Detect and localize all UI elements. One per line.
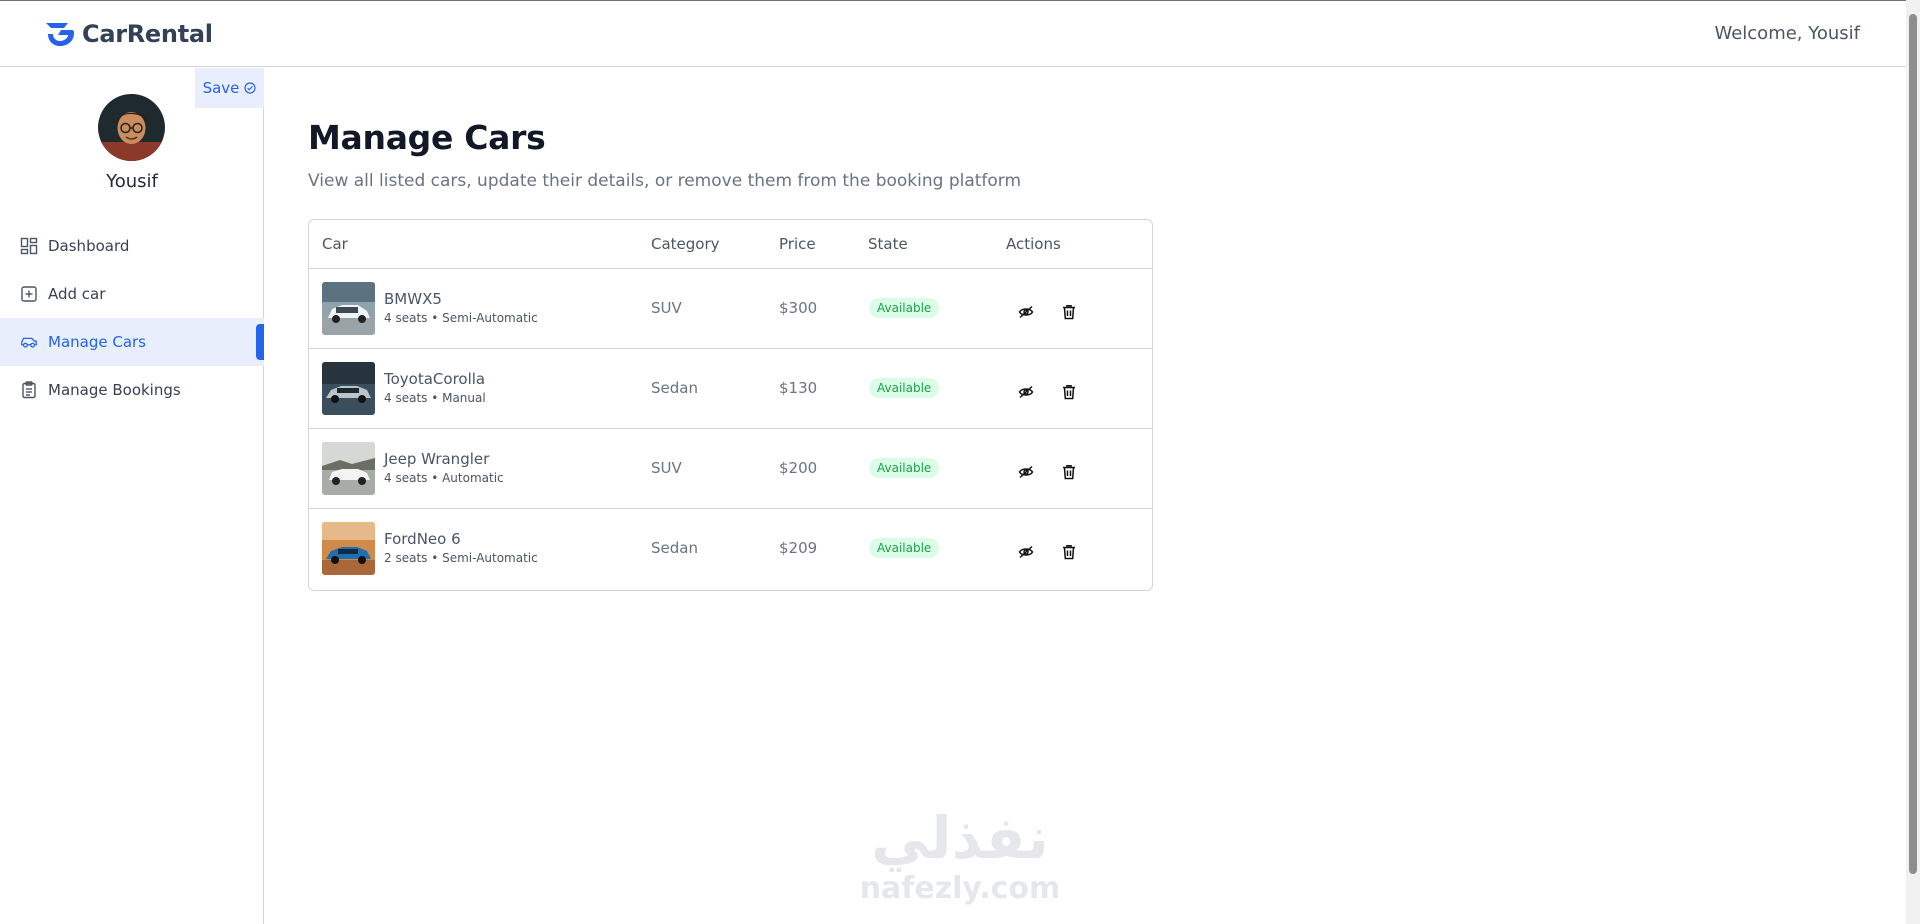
header-price: Price — [779, 235, 816, 253]
sidebar-nav: Dashboard Add car Manage Cars Manage Boo… — [0, 222, 264, 414]
sidebar-item-label: Dashboard — [48, 237, 130, 255]
car-name: Jeep Wrangler — [384, 450, 490, 468]
car-name: BMWX5 — [384, 290, 442, 308]
hide-car-button[interactable] — [1015, 301, 1037, 323]
status-badge: Available — [869, 298, 940, 318]
table-row: ToyotaCorolla 4 seats • Manual Sedan $13… — [309, 349, 1152, 429]
add-square-icon — [20, 285, 38, 303]
avatar[interactable] — [98, 94, 165, 161]
check-circle-icon — [244, 82, 257, 94]
delete-car-button[interactable] — [1058, 541, 1080, 563]
header-car: Car — [322, 235, 348, 253]
hide-car-button[interactable] — [1015, 541, 1037, 563]
car-name: ToyotaCorolla — [384, 370, 486, 388]
car-price: $200 — [779, 459, 818, 477]
hide-car-button[interactable] — [1015, 461, 1037, 483]
car-price: $209 — [779, 539, 818, 557]
status-badge: Available — [869, 458, 940, 478]
car-image — [322, 522, 375, 575]
eye-off-icon — [1018, 385, 1034, 399]
main-header: Manage Cars View all listed cars, update… — [308, 118, 1021, 191]
page-scrollbar[interactable] — [1906, 0, 1920, 924]
brand-logo[interactable]: CarRental — [44, 20, 213, 48]
avatar-image — [98, 94, 165, 161]
clipboard-icon — [20, 381, 38, 399]
header-state: State — [868, 235, 908, 253]
sidebar-item-dashboard[interactable]: Dashboard — [0, 222, 264, 270]
car-name: FordNeo 6 — [384, 530, 461, 548]
table-row: Jeep Wrangler 4 seats • Automatic SUV $2… — [309, 429, 1152, 509]
welcome-text: Welcome, Yousif — [1714, 23, 1860, 44]
eye-off-icon — [1018, 465, 1034, 479]
header-category: Category — [651, 235, 720, 253]
delete-car-button[interactable] — [1058, 301, 1080, 323]
sidebar-item-add-car[interactable]: Add car — [0, 270, 264, 318]
hide-car-button[interactable] — [1015, 381, 1037, 403]
car-category: SUV — [651, 459, 682, 477]
scrollbar-thumb[interactable] — [1909, 14, 1917, 874]
car-icon — [20, 333, 38, 351]
page-title: Manage Cars — [308, 118, 546, 157]
trash-icon — [1063, 305, 1075, 320]
status-badge: Available — [869, 538, 940, 558]
sidebar: Save Yousif Dashboard Add car Manage Car… — [0, 68, 264, 924]
cars-table: Car Category Price State Actions BMWX5 4… — [308, 219, 1153, 591]
delete-car-button[interactable] — [1058, 461, 1080, 483]
car-image — [322, 442, 375, 495]
watermark: نفذلي nafezly.com — [840, 805, 1080, 906]
delete-car-button[interactable] — [1058, 381, 1080, 403]
trash-icon — [1063, 545, 1075, 560]
dashboard-icon — [20, 237, 38, 255]
sidebar-item-manage-bookings[interactable]: Manage Bookings — [0, 366, 264, 414]
car-meta: 4 seats • Semi-Automatic — [384, 311, 538, 325]
car-category: Sedan — [651, 539, 698, 557]
brand-name: CarRental — [82, 20, 213, 48]
eye-off-icon — [1018, 545, 1034, 559]
trash-icon — [1063, 385, 1075, 400]
car-price: $300 — [779, 299, 818, 317]
header-actions: Actions — [1006, 235, 1061, 253]
car-meta: 4 seats • Automatic — [384, 471, 504, 485]
top-bar: CarRental Welcome, Yousif — [0, 0, 1906, 67]
car-image — [322, 362, 375, 415]
save-button-label: Save — [202, 79, 240, 97]
username: Yousif — [106, 171, 158, 192]
car-meta: 4 seats • Manual — [384, 391, 486, 405]
car-price: $130 — [779, 379, 818, 397]
logo-icon — [46, 23, 74, 46]
table-header: Car Category Price State Actions — [309, 220, 1152, 269]
page-subtitle: View all listed cars, update their detai… — [308, 171, 1022, 191]
car-meta: 2 seats • Semi-Automatic — [384, 551, 538, 565]
watermark-latin: nafezly.com — [859, 871, 1061, 906]
table-row: BMWX5 4 seats • Semi-Automatic SUV $300 … — [309, 269, 1152, 349]
sidebar-item-manage-cars[interactable]: Manage Cars — [0, 318, 264, 366]
sidebar-item-label: Manage Cars — [48, 333, 146, 351]
car-category: Sedan — [651, 379, 698, 397]
table-row: FordNeo 6 2 seats • Semi-Automatic Sedan… — [309, 509, 1152, 589]
car-image — [322, 282, 375, 335]
eye-off-icon — [1018, 305, 1034, 319]
car-category: SUV — [651, 299, 682, 317]
trash-icon — [1063, 465, 1075, 480]
status-badge: Available — [869, 378, 940, 398]
save-button[interactable]: Save — [195, 68, 264, 108]
active-indicator — [256, 324, 264, 360]
watermark-arabic: نفذلي — [871, 804, 1049, 872]
sidebar-item-label: Manage Bookings — [48, 381, 181, 399]
sidebar-item-label: Add car — [48, 285, 106, 303]
